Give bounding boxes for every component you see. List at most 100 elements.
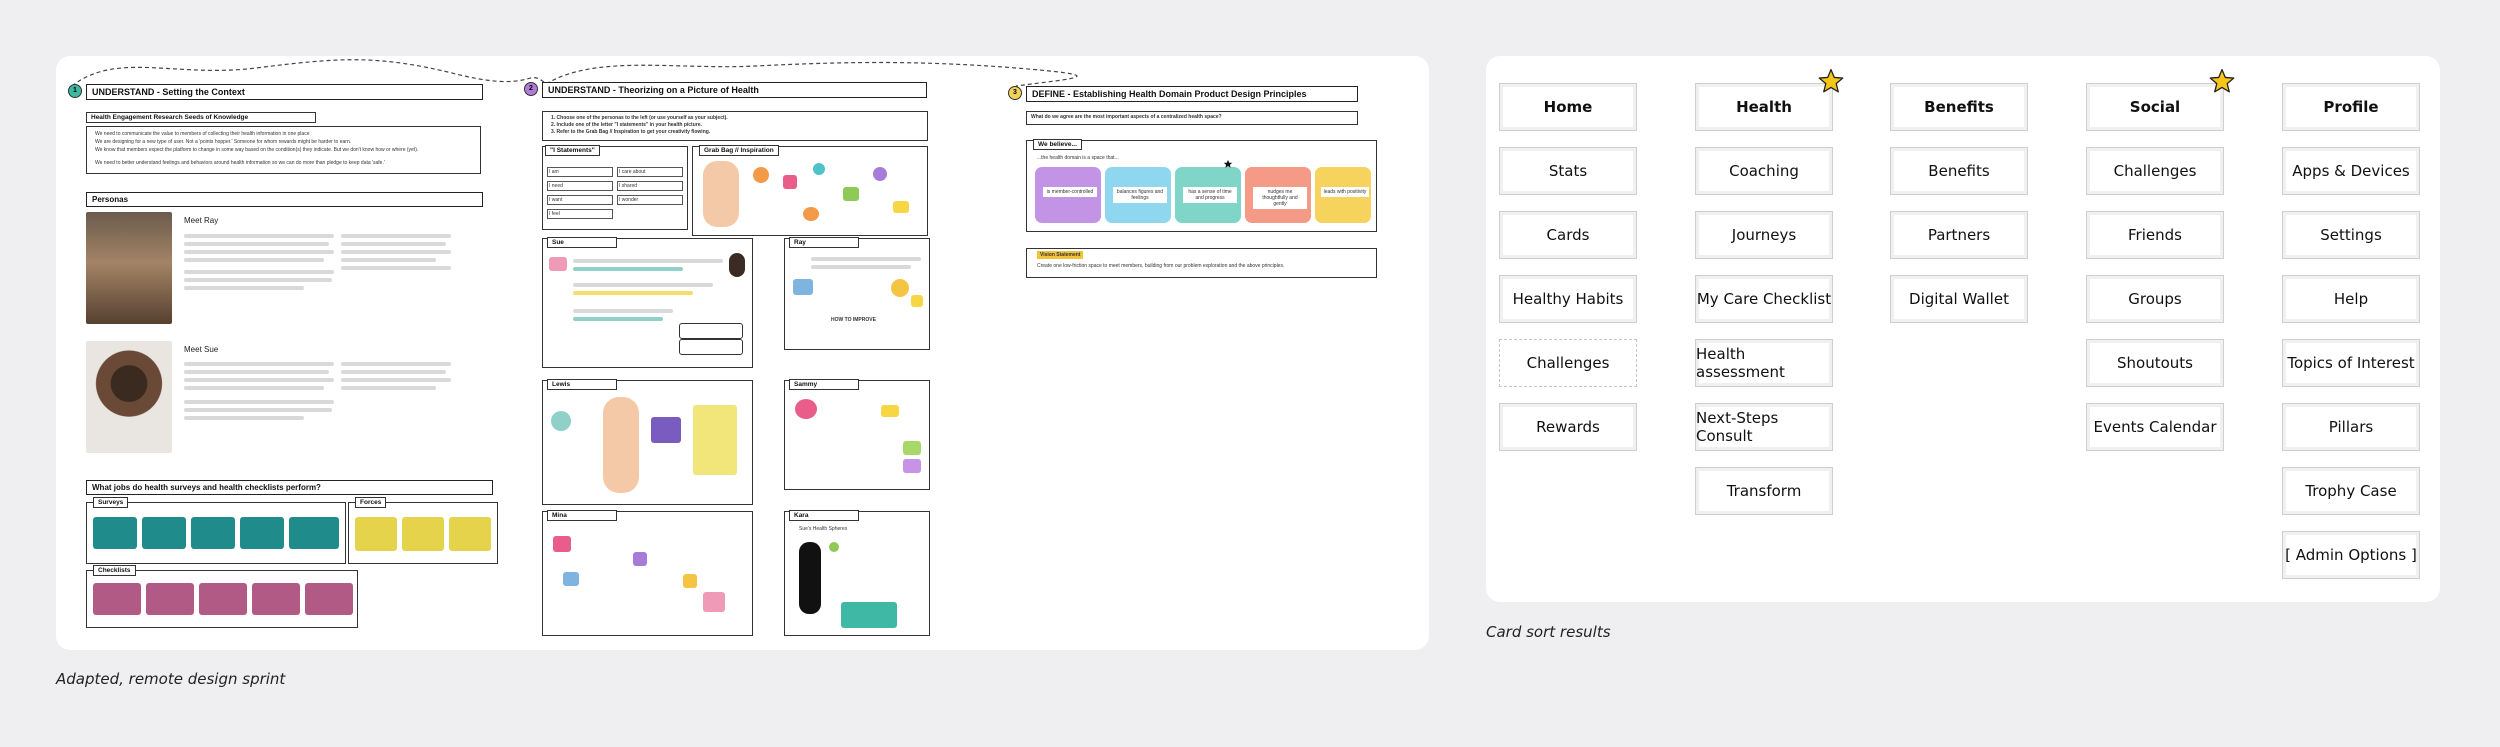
- i-statement-2: I care about: [617, 167, 683, 177]
- star-icon: [2209, 68, 2235, 93]
- instruction-3: 3. Refer to the Grab Bag // Inspiration …: [551, 129, 711, 135]
- picture-frame-lewis-label: Lewis: [547, 379, 617, 390]
- card-item[interactable]: Topics of Interest: [2282, 339, 2420, 387]
- card-item[interactable]: My Care Checklist: [1695, 275, 1833, 323]
- principle-star-icon: [1223, 159, 1233, 168]
- i-statement-3: I need: [547, 181, 613, 191]
- card-item[interactable]: Help: [2282, 275, 2420, 323]
- principle-pill-5: leads with positivity: [1315, 167, 1371, 223]
- research-bullet-2: We are designing for a new type of user.…: [95, 139, 352, 145]
- checklists-box: Checklists: [86, 565, 358, 628]
- picture-frame-mina: Mina: [542, 510, 753, 636]
- category-header-profile[interactable]: Profile: [2282, 83, 2420, 131]
- category-header-home[interactable]: Home: [1499, 83, 1637, 131]
- believe-label: We believe...: [1033, 139, 1082, 150]
- sprint-caption: Adapted, remote design sprint: [56, 670, 286, 688]
- category-header-benefits[interactable]: Benefits: [1890, 83, 2028, 131]
- card-item[interactable]: Healthy Habits: [1499, 275, 1637, 323]
- card-item[interactable]: [ Admin Options ]: [2282, 531, 2420, 579]
- persona-sue-photo: [86, 341, 172, 453]
- checklists-label: Checklists: [93, 565, 136, 576]
- step-3-marker: 3: [1008, 86, 1022, 100]
- principle-4: nudges me thoughtfully and gently: [1253, 187, 1307, 209]
- personas-title: Personas: [86, 192, 483, 207]
- persona-ray-photo: [86, 212, 172, 324]
- design-sprint-board: 1 UNDERSTAND - Setting the Context Healt…: [56, 56, 1429, 650]
- picture-frame-kara-label: Kara: [789, 510, 859, 521]
- picture-frame-sue-label: Sue: [547, 237, 617, 248]
- card-item[interactable]: Challenges: [2086, 147, 2224, 195]
- i-statement-7: I feel: [547, 209, 613, 219]
- picture-frame-kara: Kara Sue's Health Spheres: [784, 510, 930, 636]
- card-item[interactable]: Pillars: [2282, 403, 2420, 451]
- i-statements-box: "I Statements" I am I care about I need …: [542, 145, 688, 230]
- picture-frame-lewis: Lewis: [542, 379, 753, 505]
- picture-frame-sue: Sue: [542, 237, 753, 368]
- define-title: DEFINE - Establishing Health Domain Prod…: [1026, 86, 1358, 102]
- card-item[interactable]: Journeys: [1695, 211, 1833, 259]
- card-item[interactable]: Rewards: [1499, 403, 1637, 451]
- define-question-box: What do we agree are the most important …: [1026, 111, 1358, 125]
- picture-frame-ray-label: Ray: [789, 237, 859, 248]
- i-statement-6: I wonder: [617, 195, 683, 205]
- research-bullet-4: We need to better understand feelings an…: [95, 160, 385, 166]
- star-icon: [1818, 68, 1844, 93]
- i-statements-label: "I Statements": [545, 145, 600, 156]
- how-to-improve-label: HOW TO IMPROVE: [831, 317, 876, 323]
- persona-sue-name: Meet Sue: [184, 345, 219, 354]
- research-bullets-box: We need to communicate the value to memb…: [86, 126, 481, 174]
- principle-5: leads with positivity: [1321, 187, 1369, 197]
- category-header-social[interactable]: Social: [2086, 83, 2224, 131]
- step-2-marker: 2: [524, 82, 538, 96]
- card-item[interactable]: Trophy Case: [2282, 467, 2420, 515]
- surveys-box: Surveys: [86, 497, 346, 564]
- research-seeds-title: Health Engagement Research Seeds of Know…: [86, 112, 316, 123]
- card-item-dashed[interactable]: Challenges: [1499, 339, 1637, 387]
- understand-picture-title: UNDERSTAND - Theorizing on a Picture of …: [542, 82, 927, 98]
- card-item[interactable]: Apps & Devices: [2282, 147, 2420, 195]
- understand-context-title: UNDERSTAND - Setting the Context: [86, 84, 483, 100]
- card-item[interactable]: Digital Wallet: [1890, 275, 2028, 323]
- card-item[interactable]: Health assessment: [1695, 339, 1833, 387]
- research-bullet-1: We need to communicate the value to memb…: [95, 131, 310, 137]
- i-statement-4: I shared: [617, 181, 683, 191]
- jobs-title: What jobs do health surveys and health c…: [86, 480, 493, 495]
- picture-frame-ray: Ray HOW TO IMPROVE: [784, 237, 930, 350]
- picture-frame-sammy: Sammy: [784, 379, 930, 490]
- believe-sub: ...the health domain is a space that...: [1037, 155, 1119, 161]
- step-1-marker: 1: [68, 84, 82, 98]
- grab-bag-box: Grab Bag // Inspiration: [692, 145, 928, 236]
- card-sort-caption: Card sort results: [1486, 623, 1611, 641]
- grab-bag-label: Grab Bag // Inspiration: [699, 145, 779, 156]
- principle-pill-2: balances figures and feelings: [1105, 167, 1171, 223]
- principle-pill-4: nudges me thoughtfully and gently: [1245, 167, 1311, 223]
- principles-box: We believe... ...the health domain is a …: [1026, 139, 1377, 232]
- card-item[interactable]: Transform: [1695, 467, 1833, 515]
- i-statement-5: I want: [547, 195, 613, 205]
- vision-text: Create one low-friction space to meet me…: [1037, 263, 1285, 269]
- instructions-box: 1. Choose one of the personas to the lef…: [542, 111, 928, 141]
- define-question: What do we agree are the most important …: [1031, 114, 1222, 120]
- instruction-1: 1. Choose one of the personas to the lef…: [551, 115, 728, 121]
- card-item[interactable]: Settings: [2282, 211, 2420, 259]
- card-item[interactable]: Stats: [1499, 147, 1637, 195]
- research-bullet-3: We know that members expect the platform…: [95, 147, 419, 153]
- vision-label: Vision Statement: [1037, 251, 1084, 259]
- picture-frame-sammy-label: Sammy: [789, 379, 859, 390]
- card-item[interactable]: Next-Steps Consult: [1695, 403, 1833, 451]
- principle-pill-1: is member-controlled: [1035, 167, 1101, 223]
- card-item[interactable]: Groups: [2086, 275, 2224, 323]
- card-sort-board: Home Stats Cards Healthy Habits Challeng…: [1486, 56, 2440, 602]
- principle-3: has a sense of time and progress: [1183, 187, 1237, 203]
- category-header-health[interactable]: Health: [1695, 83, 1833, 131]
- card-item[interactable]: Benefits: [1890, 147, 2028, 195]
- card-item[interactable]: Shoutouts: [2086, 339, 2224, 387]
- persona-ray-name: Meet Ray: [184, 216, 219, 225]
- card-item[interactable]: Partners: [1890, 211, 2028, 259]
- vision-box: Vision Statement Create one low-friction…: [1026, 248, 1377, 278]
- card-item[interactable]: Friends: [2086, 211, 2224, 259]
- card-item[interactable]: Coaching: [1695, 147, 1833, 195]
- card-item[interactable]: Cards: [1499, 211, 1637, 259]
- forces-label: Forces: [355, 497, 387, 508]
- card-item[interactable]: Events Calendar: [2086, 403, 2224, 451]
